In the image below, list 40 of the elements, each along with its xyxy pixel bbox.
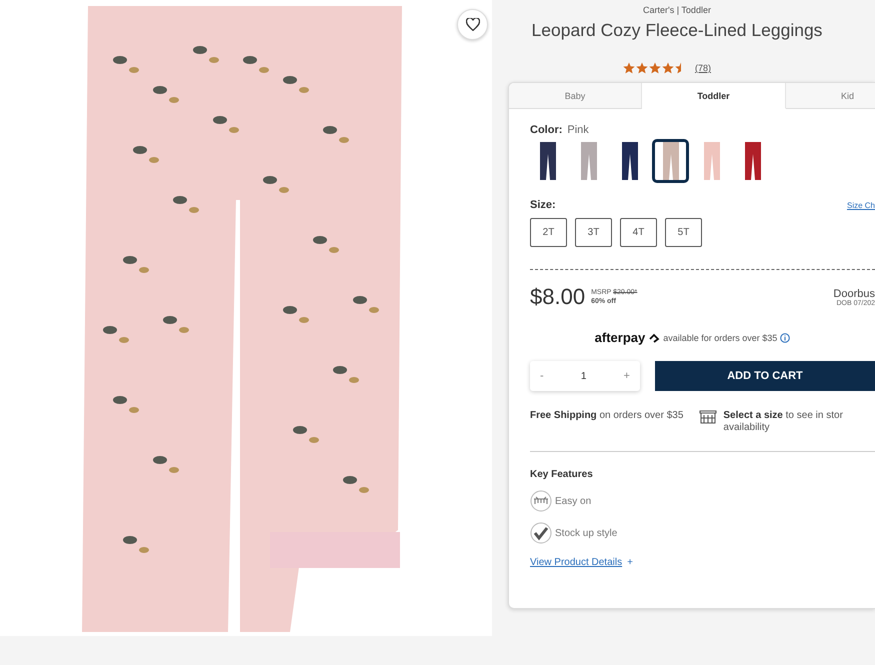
- size-label: Size:: [530, 199, 556, 211]
- product-title: Leopard Cozy Fleece-Lined Leggings: [532, 20, 822, 41]
- size-option[interactable]: 3T: [575, 218, 612, 247]
- color-swatch[interactable]: [652, 139, 689, 183]
- star-icon: [636, 62, 648, 74]
- size-option[interactable]: 4T: [620, 218, 657, 247]
- heart-icon: [466, 18, 480, 31]
- doorbuster-label: Doorbus: [833, 288, 875, 300]
- star-icon: [648, 62, 661, 74]
- waistband-icon: [530, 490, 552, 512]
- info-icon[interactable]: [780, 332, 790, 342]
- size-option[interactable]: 2T: [530, 218, 567, 247]
- checkmark-icon: [530, 522, 552, 544]
- quantity-value: 1: [580, 370, 586, 382]
- color-value: Pink: [567, 124, 589, 136]
- add-to-cart-button[interactable]: ADD TO CART: [655, 361, 875, 391]
- store-icon: [699, 410, 718, 424]
- size-option[interactable]: 5T: [665, 218, 702, 247]
- star-icon: [622, 62, 635, 74]
- afterpay-text: available for orders over $35: [663, 332, 778, 342]
- decrease-button[interactable]: -: [536, 370, 548, 382]
- feature-label: Easy on: [555, 496, 592, 506]
- favorite-button[interactable]: [457, 9, 488, 40]
- increase-button[interactable]: +: [620, 370, 634, 382]
- price: $8.00: [530, 284, 586, 310]
- size-chart-link[interactable]: Size Ch: [846, 200, 875, 210]
- store-availability-text: Select a size to see in stor availability: [723, 410, 843, 434]
- size-range-tab[interactable]: Toddler: [642, 83, 786, 109]
- brand-label: Carter's | Toddler: [643, 5, 711, 15]
- shipping-text: Free Shipping on orders over $35: [530, 410, 684, 423]
- key-features-heading: Key Features: [530, 469, 594, 480]
- feature-label: Stock up style: [555, 528, 618, 538]
- plus-icon[interactable]: +: [627, 557, 633, 568]
- review-count-link[interactable]: (78): [694, 63, 711, 73]
- color-label: Color:: [530, 124, 562, 136]
- size-range-tab[interactable]: Kid: [786, 83, 875, 109]
- afterpay-logo: afterpay: [594, 330, 646, 345]
- quantity-stepper[interactable]: - 1 +: [530, 361, 640, 391]
- size-range-tab[interactable]: Baby: [509, 83, 642, 109]
- view-details-link[interactable]: View Product Details: [530, 557, 622, 568]
